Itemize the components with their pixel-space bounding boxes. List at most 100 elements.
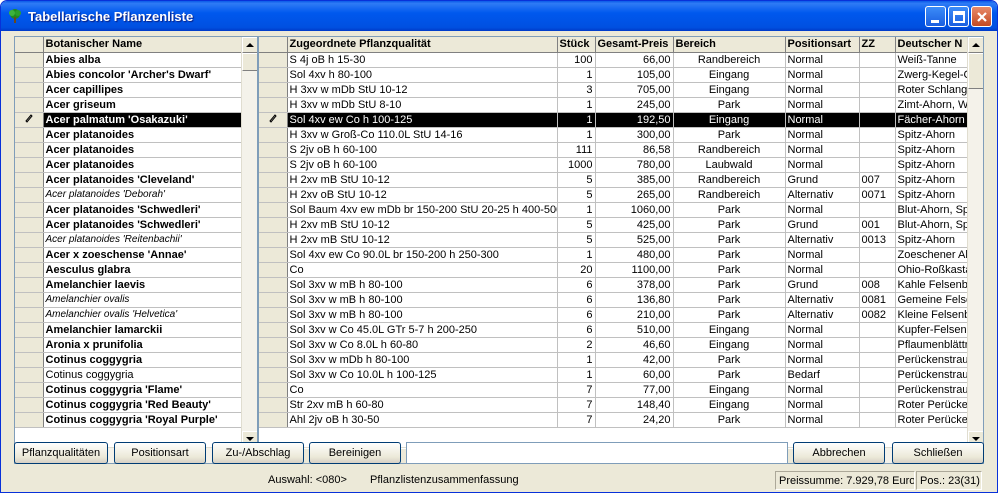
column-header-pflanzqualitaet[interactable]: Zugeordnete Pflanzqualität <box>287 37 558 53</box>
text-input[interactable] <box>406 442 788 464</box>
table-row[interactable]: Sol 4xv h 80-100 1 105,00 Eingang Normal Zwer… <box>259 67 972 83</box>
stueck-cell[interactable]: 1 <box>557 367 596 383</box>
positionsart-cell[interactable]: Normal <box>785 322 860 338</box>
bereich-cell[interactable]: Park <box>673 202 786 218</box>
row-indicator[interactable] <box>15 97 44 113</box>
zz-cell[interactable] <box>859 262 896 278</box>
table-row[interactable]: H 3xv w mDb StU 8-10 1 245,00 Park Normal Zim… <box>259 97 972 113</box>
table-row[interactable]: H 3xv w mDb StU 10-12 3 705,00 Eingang Norma… <box>259 82 972 98</box>
bereich-cell[interactable]: Park <box>673 262 786 278</box>
table-row[interactable]: Acer platanoides 'Cleveland' <box>15 172 244 188</box>
row-indicator[interactable] <box>259 82 288 98</box>
bereich-cell[interactable]: Eingang <box>673 397 786 413</box>
abbrechen-button[interactable]: Abbrechen <box>793 442 885 464</box>
gesamt-preis-cell[interactable]: 378,00 <box>595 277 674 293</box>
zz-cell[interactable]: 0081 <box>859 292 896 308</box>
positionsart-cell[interactable]: Normal <box>785 97 860 113</box>
botanical-name-cell[interactable]: Aesculus glabra <box>43 262 244 278</box>
pflanzqualitaet-cell[interactable]: Sol 4xv ew Co h 100-125 <box>287 112 558 128</box>
deutscher-name-cell[interactable]: Ohio-Roßkasta <box>895 262 972 278</box>
row-indicator[interactable] <box>15 352 44 368</box>
scroll-thumb[interactable] <box>968 53 983 89</box>
deutscher-name-cell[interactable]: Spitz-Ahorn <box>895 157 972 173</box>
pflanzqualitaet-cell[interactable]: Co <box>287 262 558 278</box>
row-indicator[interactable] <box>259 97 288 113</box>
bereich-cell[interactable]: Randbereich <box>673 52 786 68</box>
row-indicator[interactable] <box>15 232 44 248</box>
table-row[interactable]: Cotinus coggygria <box>15 367 244 383</box>
row-indicator[interactable] <box>15 322 44 338</box>
bereich-cell[interactable]: Eingang <box>673 337 786 353</box>
table-row[interactable]: Amelanchier ovalis 'Helvetica' <box>15 307 244 323</box>
gesamt-preis-cell[interactable]: 24,20 <box>595 412 674 428</box>
botanical-name-cell[interactable]: Cotinus coggygria 'Red Beauty' <box>43 397 244 413</box>
row-indicator[interactable] <box>15 247 44 263</box>
deutscher-name-cell[interactable]: Spitz-Ahorn <box>895 127 972 143</box>
maximize-button[interactable] <box>948 6 969 27</box>
bereich-cell[interactable]: Eingang <box>673 82 786 98</box>
bereich-cell[interactable]: Park <box>673 97 786 113</box>
column-header-stueck[interactable]: Stück <box>557 37 596 53</box>
pflanzqualitaet-cell[interactable]: H 2xv mB StU 10-12 <box>287 217 558 233</box>
stueck-cell[interactable]: 6 <box>557 292 596 308</box>
bereich-cell[interactable]: Park <box>673 277 786 293</box>
zz-cell[interactable] <box>859 412 896 428</box>
row-indicator[interactable] <box>15 292 44 308</box>
row-indicator[interactable] <box>15 217 44 233</box>
column-header-positionsart[interactable]: Positionsart <box>785 37 860 53</box>
stueck-cell[interactable]: 20 <box>557 262 596 278</box>
deutscher-name-cell[interactable]: Spitz-Ahorn <box>895 232 972 248</box>
botanical-name-cell[interactable]: Acer griseum <box>43 97 244 113</box>
table-row[interactable]: Cotinus coggygria <box>15 352 244 368</box>
zz-cell[interactable] <box>859 52 896 68</box>
zz-cell[interactable] <box>859 337 896 353</box>
row-indicator[interactable] <box>259 352 288 368</box>
bereich-cell[interactable]: Randbereich <box>673 142 786 158</box>
stueck-cell[interactable]: 5 <box>557 232 596 248</box>
stueck-cell[interactable]: 5 <box>557 187 596 203</box>
gesamt-preis-cell[interactable]: 1100,00 <box>595 262 674 278</box>
table-row[interactable]: Acer platanoides 'Schwedleri' <box>15 202 244 218</box>
gesamt-preis-cell[interactable]: 300,00 <box>595 127 674 143</box>
row-indicator[interactable] <box>15 157 44 173</box>
deutscher-name-cell[interactable]: Blut-Ahorn, Spi <box>895 217 972 233</box>
botanical-name-cell[interactable]: Acer capillipes <box>43 82 244 98</box>
scroll-thumb[interactable] <box>242 53 257 71</box>
gesamt-preis-cell[interactable]: 705,00 <box>595 82 674 98</box>
positionsart-cell[interactable]: Normal <box>785 157 860 173</box>
table-row[interactable]: Acer platanoides <box>15 127 244 143</box>
deutscher-name-cell[interactable]: Weiß-Tanne <box>895 52 972 68</box>
positionsart-cell[interactable]: Normal <box>785 112 860 128</box>
botanical-name-cell[interactable]: Amelanchier laevis <box>43 277 244 293</box>
bereich-cell[interactable]: Laubwald <box>673 157 786 173</box>
stueck-cell[interactable]: 7 <box>557 412 596 428</box>
pflanzqualitaet-cell[interactable]: Sol 4xv ew Co 90.0L br 150-200 h 250-300 <box>287 247 558 263</box>
positionsart-cell[interactable]: Normal <box>785 247 860 263</box>
table-row[interactable]: H 2xv mB StU 10-12 5 525,00 Park Alternativ 0… <box>259 232 972 248</box>
botanical-name-cell[interactable]: Cotinus coggygria <box>43 352 244 368</box>
gesamt-preis-cell[interactable]: 1060,00 <box>595 202 674 218</box>
pflanzqualitaet-cell[interactable]: H 2xv mB StU 10-12 <box>287 232 558 248</box>
bereich-cell[interactable]: Randbereich <box>673 172 786 188</box>
row-indicator[interactable] <box>15 187 44 203</box>
column-header-bereich[interactable]: Bereich <box>673 37 786 53</box>
stueck-cell[interactable]: 7 <box>557 397 596 413</box>
table-row[interactable]: Abies alba <box>15 52 244 68</box>
row-indicator[interactable] <box>15 397 44 413</box>
gesamt-preis-cell[interactable]: 42,00 <box>595 352 674 368</box>
positionsart-cell[interactable]: Normal <box>785 397 860 413</box>
botanical-name-cell[interactable]: Acer platanoides 'Deborah' <box>43 187 244 203</box>
row-indicator[interactable] <box>259 397 288 413</box>
stueck-cell[interactable]: 1 <box>557 202 596 218</box>
deutscher-name-cell[interactable]: Kleine Felsenbi <box>895 307 972 323</box>
bereinigen-button[interactable]: Bereinigen <box>309 442 401 464</box>
positionsart-cell[interactable]: Normal <box>785 352 860 368</box>
row-indicator[interactable] <box>259 322 288 338</box>
positionsart-cell[interactable]: Normal <box>785 142 860 158</box>
stueck-cell[interactable]: 1 <box>557 352 596 368</box>
bereich-cell[interactable]: Park <box>673 307 786 323</box>
botanical-name-cell[interactable]: Acer platanoides <box>43 142 244 158</box>
stueck-cell[interactable]: 1 <box>557 127 596 143</box>
botanical-name-cell[interactable]: Acer platanoides <box>43 127 244 143</box>
column-header-gesamt-preis[interactable]: Gesamt-Preis <box>595 37 674 53</box>
